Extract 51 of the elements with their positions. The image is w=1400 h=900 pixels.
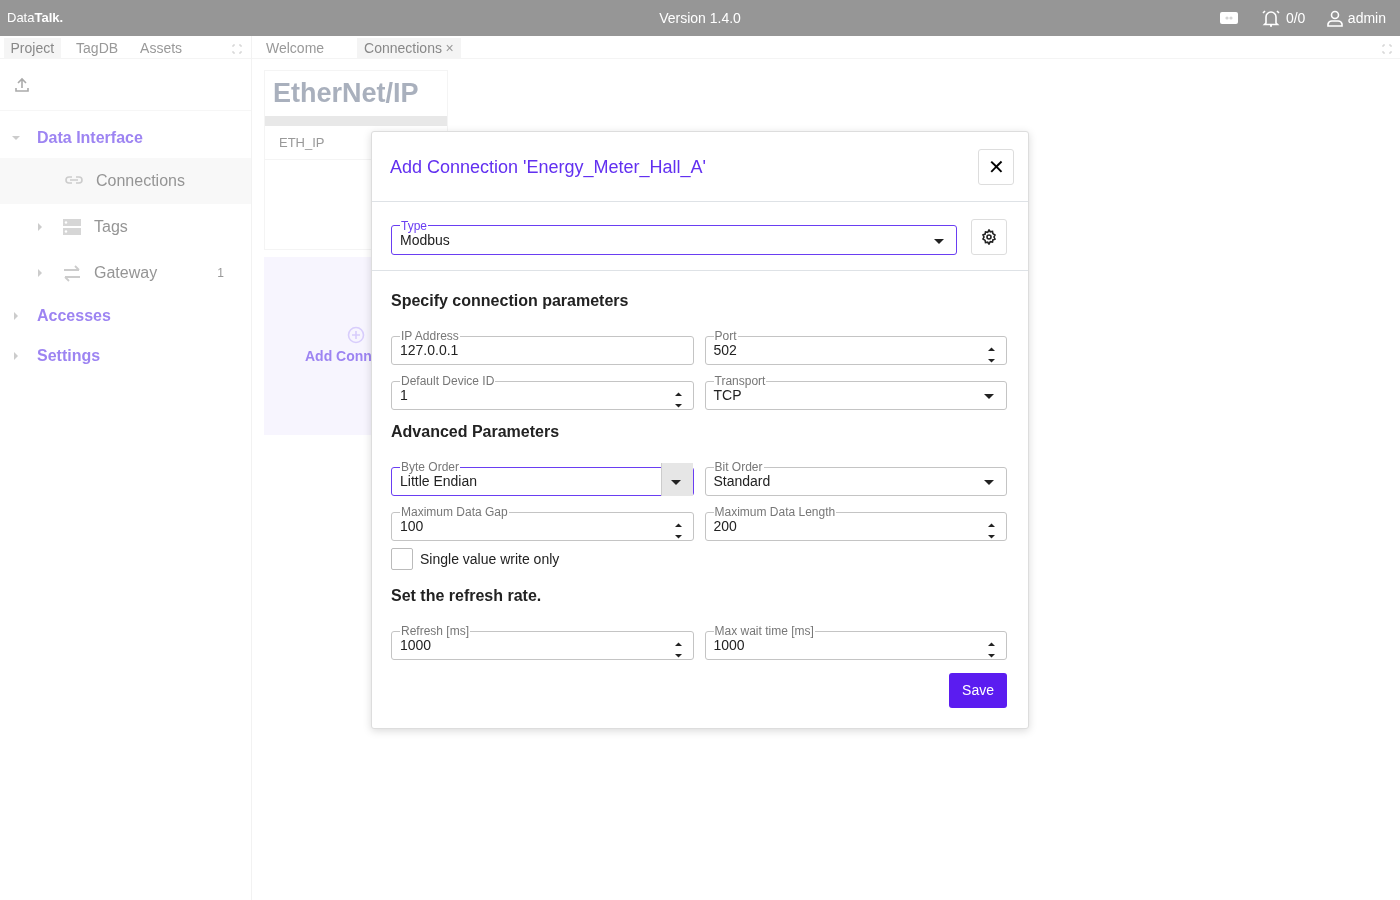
input-field[interactable]: Max wait time [ms] 1000	[704, 625, 1007, 660]
tree-node[interactable]: Accesses	[0, 296, 251, 336]
input-field[interactable]: IP Address 127.0.0.1	[391, 330, 694, 365]
dropdown-caret-icon[interactable]	[934, 238, 944, 244]
input-field[interactable]: Maximum Data Length 200	[704, 506, 1007, 541]
checkbox-label: Single value write only	[420, 549, 560, 569]
input-field[interactable]: Refresh [ms] 1000	[391, 625, 694, 660]
spinner-icon[interactable]	[673, 642, 683, 658]
input-field[interactable]: Default Device ID 1	[391, 375, 694, 410]
dropdown-caret-icon[interactable]	[984, 480, 994, 485]
panel-tab[interactable]: Project	[3, 38, 62, 60]
spinner-icon[interactable]	[987, 642, 996, 658]
save-button[interactable]: Save	[949, 673, 1007, 708]
dropdown-caret-icon[interactable]	[670, 480, 681, 485]
tree-node[interactable]: Data Interface	[0, 118, 251, 158]
panel-tab[interactable]: TagDB	[69, 38, 126, 60]
spinner-icon[interactable]	[987, 523, 996, 539]
chat-icon[interactable]	[1219, 10, 1240, 26]
settings-icon	[981, 229, 997, 245]
settings-button[interactable]	[971, 219, 1007, 255]
plus-circle-icon	[347, 325, 365, 344]
section-heading: Set the refresh rate.	[391, 586, 543, 606]
user-icon	[1326, 9, 1345, 27]
spinner-icon[interactable]	[987, 347, 996, 363]
dropdown-caret-icon[interactable]	[984, 394, 994, 399]
user-menu[interactable]: admin	[1326, 7, 1386, 29]
close-button[interactable]: ✕	[978, 149, 1014, 185]
input-field[interactable]: Port 502	[704, 330, 1007, 365]
document-tab[interactable]: Connections ×	[357, 38, 461, 60]
select-field[interactable]: Bit Order Standard	[704, 461, 1007, 496]
select-field[interactable]: Byte Order Little Endian	[391, 461, 694, 496]
close-icon[interactable]: ×	[445, 38, 454, 60]
spinner-icon[interactable]	[673, 523, 683, 539]
panel-tab[interactable]: Assets	[133, 38, 190, 60]
tree-item[interactable]: Tags	[0, 204, 251, 250]
protocol-logo: EtherNet/IP	[272, 77, 420, 110]
app-logo: DataTalk.	[7, 9, 64, 28]
tree-item[interactable]: Gateway 1	[0, 250, 251, 296]
document-tab[interactable]: Welcome	[259, 38, 332, 60]
swap-icon	[62, 264, 82, 282]
select-field[interactable]: Type Modbus	[391, 219, 957, 255]
count-label: 1	[217, 265, 224, 282]
version-label: Version 1.4.0	[659, 8, 741, 28]
server-icon	[62, 218, 82, 236]
tree-item[interactable]: Connections	[0, 158, 251, 204]
alarms-button[interactable]: 0/0	[1260, 7, 1306, 29]
spinner-icon[interactable]	[673, 392, 683, 408]
select-field[interactable]: Transport TCP	[704, 375, 1007, 410]
checkbox[interactable]	[391, 548, 413, 570]
tree-node[interactable]: Settings	[0, 336, 251, 376]
input-field[interactable]: Maximum Data Gap 100	[391, 506, 694, 541]
